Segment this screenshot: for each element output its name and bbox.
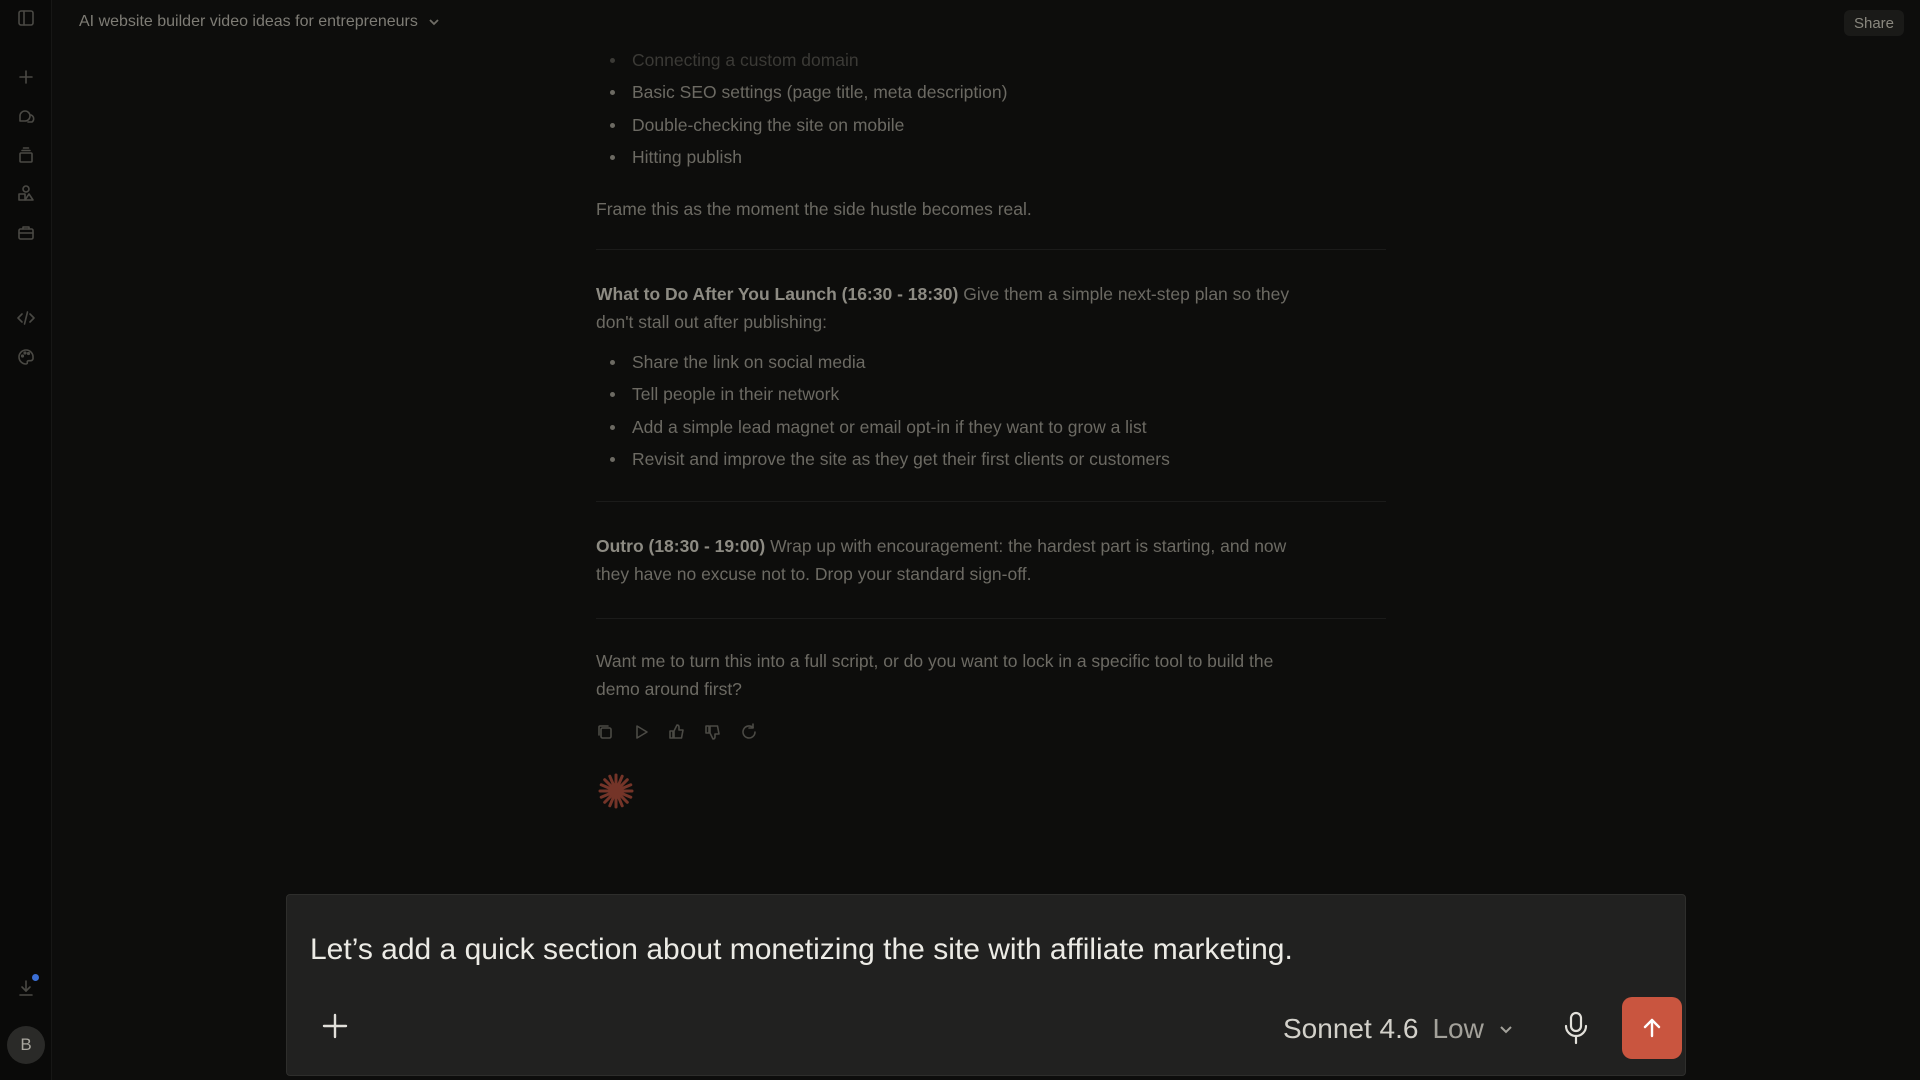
paragraph: Outro (18:30 - 19:00) Wrap up with encou… xyxy=(596,532,1386,588)
list-item: Connecting a custom domain xyxy=(596,46,1386,78)
section-heading: Outro (18:30 - 19:00) xyxy=(596,536,766,557)
message-input[interactable]: Let’s add a quick section about monetizi… xyxy=(310,933,1293,967)
section-body: Give them a simple next-step plan so the… xyxy=(958,284,1290,305)
app-window: B AI website builder video ideas for ent… xyxy=(0,0,1920,1080)
section-body: Wrap up with encouragement: the hardest … xyxy=(765,536,1287,557)
divider xyxy=(596,249,1386,251)
list-item: Add a simple lead magnet or email opt-in… xyxy=(596,413,1386,445)
microphone-icon xyxy=(1564,1011,1588,1045)
arrow-up-icon xyxy=(1643,1018,1661,1038)
assistant-logo-icon xyxy=(596,771,636,811)
composer: Let’s add a quick section about monetizi… xyxy=(286,894,1686,1076)
palette-icon[interactable] xyxy=(14,345,38,369)
list-item: Basic SEO settings (page title, meta des… xyxy=(596,78,1386,110)
chevron-down-icon xyxy=(429,19,439,26)
divider xyxy=(596,618,1386,620)
chat-title-menu[interactable]: AI website builder video ideas for entre… xyxy=(79,13,440,31)
closing-line: demo around first? xyxy=(596,679,742,700)
toolbox-icon[interactable] xyxy=(14,220,38,244)
bullet-list: Share the link on social media Tell peop… xyxy=(596,348,1386,477)
message-actions xyxy=(596,723,1386,741)
play-icon[interactable] xyxy=(632,723,650,741)
add-attachment-button[interactable] xyxy=(318,1009,352,1043)
copy-icon[interactable] xyxy=(596,723,614,741)
chats-icon[interactable] xyxy=(14,105,38,129)
chat-title: AI website builder video ideas for entre… xyxy=(79,13,418,30)
left-rail: B xyxy=(0,0,52,1080)
closing-paragraph: Want me to turn this into a full script,… xyxy=(596,647,1386,703)
list-item: Revisit and improve the site as they get… xyxy=(596,445,1386,477)
retry-icon[interactable] xyxy=(740,723,758,741)
list-item: Share the link on social media xyxy=(596,348,1386,380)
paragraph: Frame this as the moment the side hustle… xyxy=(596,199,1032,220)
list-item: Hitting publish xyxy=(596,143,1386,175)
thumbs-down-icon[interactable] xyxy=(704,723,722,741)
effort-level: Low xyxy=(1432,1013,1484,1044)
plus-icon xyxy=(322,1013,348,1039)
paragraph: What to Do After You Launch (16:30 - 18:… xyxy=(596,280,1386,336)
list-item: Double-checking the site on mobile xyxy=(596,111,1386,143)
projects-icon[interactable] xyxy=(14,143,38,167)
divider xyxy=(596,501,1386,503)
notification-dot xyxy=(32,974,39,981)
model-selector[interactable]: Sonnet 4.6 Low xyxy=(1283,1013,1514,1045)
share-button[interactable]: Share xyxy=(1843,10,1904,36)
chevron-down-icon xyxy=(1500,1026,1512,1034)
thumbs-up-icon[interactable] xyxy=(668,723,686,741)
sidebar-toggle-icon[interactable] xyxy=(14,6,38,30)
model-name: Sonnet 4.6 xyxy=(1283,1013,1419,1044)
artifacts-icon[interactable] xyxy=(14,181,38,205)
assistant-message: Connecting a custom domain Basic SEO set… xyxy=(596,0,1386,811)
code-icon[interactable] xyxy=(14,306,38,330)
voice-input-button[interactable] xyxy=(1559,1009,1593,1047)
section-body: they have no excuse not to. Drop your st… xyxy=(596,564,1032,585)
avatar[interactable]: B xyxy=(7,1026,45,1064)
list-item: Tell people in their network xyxy=(596,380,1386,412)
send-button[interactable] xyxy=(1622,997,1682,1059)
section-body: don't stall out after publishing: xyxy=(596,312,827,333)
section-heading: What to Do After You Launch (16:30 - 18:… xyxy=(596,284,959,305)
closing-line: Want me to turn this into a full script,… xyxy=(596,651,1274,672)
new-chat-icon[interactable] xyxy=(14,65,38,89)
bullet-list: Connecting a custom domain Basic SEO set… xyxy=(596,46,1386,175)
